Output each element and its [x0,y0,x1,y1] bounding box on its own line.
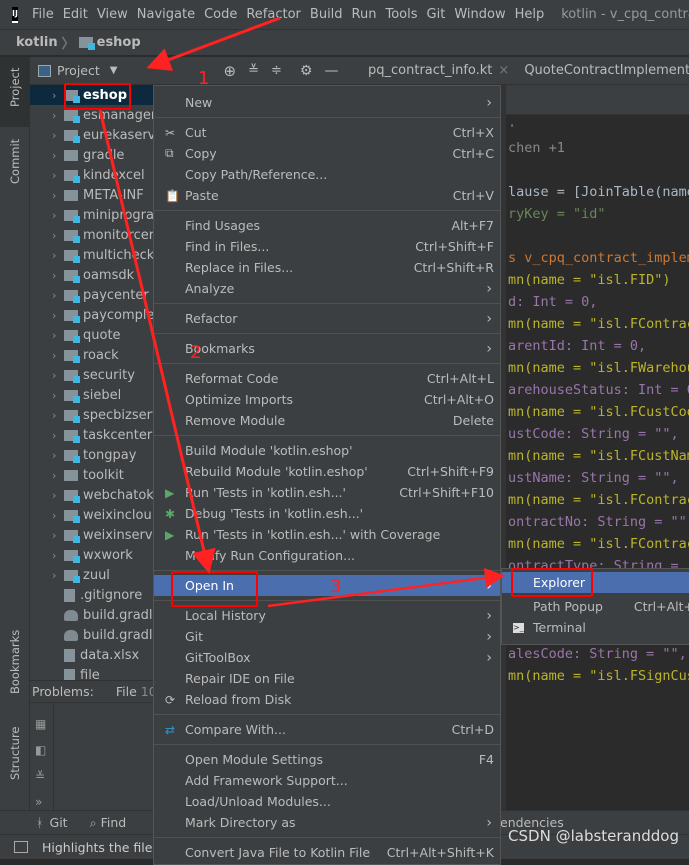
annotation-arrows [98,16,505,608]
arrow-2 [98,109,216,574]
arrow-3 [267,568,505,608]
watermark: CSDN @labsteranddog [508,827,679,845]
arrow-1 [146,16,281,71]
